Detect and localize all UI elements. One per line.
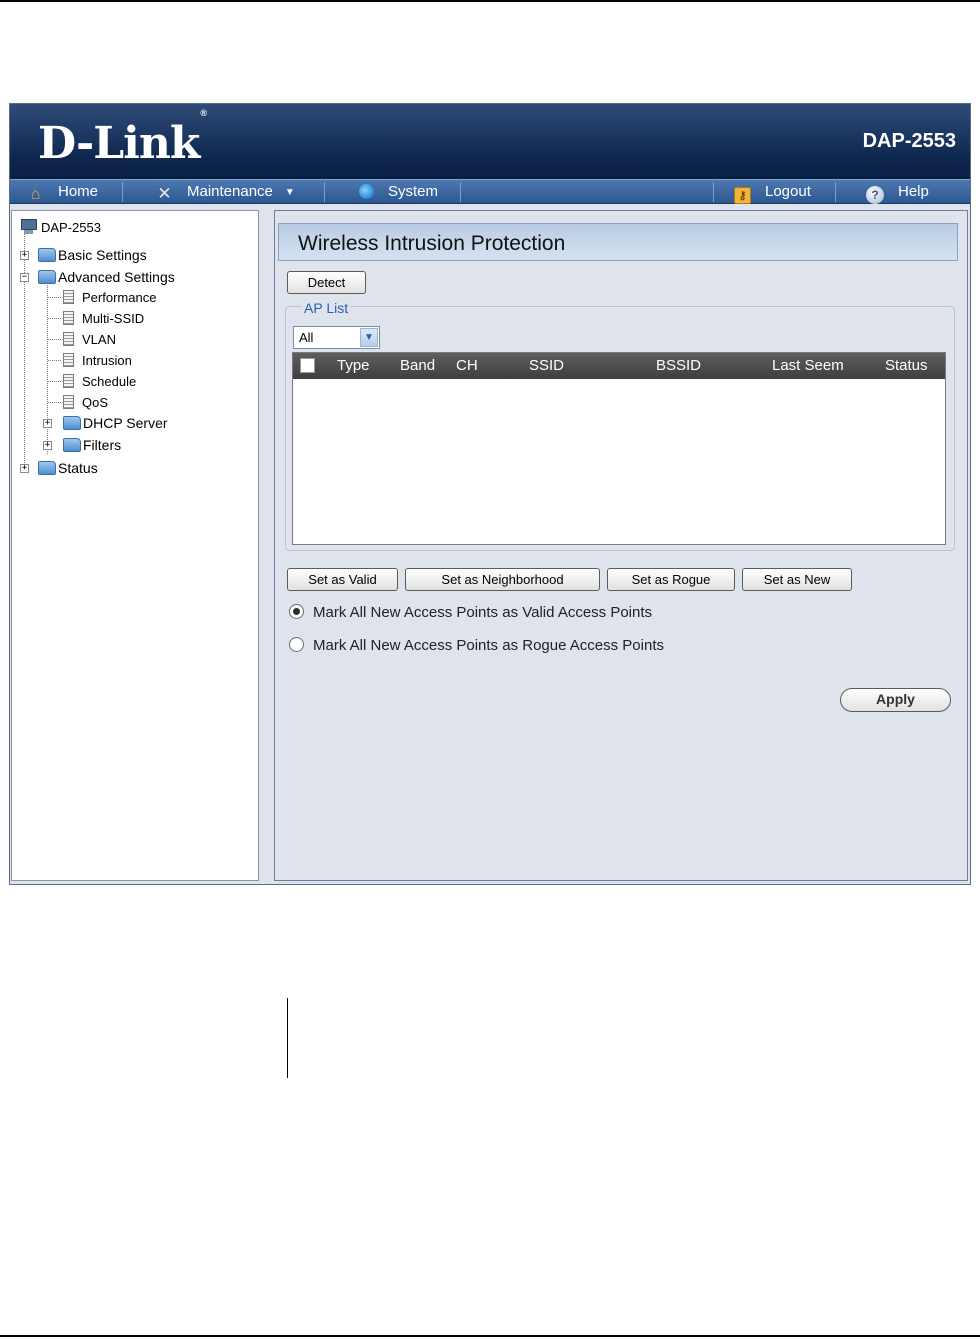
- set-as-new-button[interactable]: Set as New: [742, 568, 852, 591]
- main-panel: Wireless Intrusion Protection Detect AP …: [274, 210, 968, 881]
- computer-icon: [20, 219, 38, 235]
- sidebar-item-vlan[interactable]: VLAN: [63, 331, 116, 349]
- nav-divider: [835, 182, 836, 202]
- sidebar-item-device[interactable]: DAP-2553: [20, 219, 101, 237]
- apply-button[interactable]: Apply: [840, 688, 951, 712]
- sidebar-item-intrusion[interactable]: Intrusion: [63, 352, 132, 370]
- sidebar-item-basic-settings[interactable]: Basic Settings: [38, 246, 147, 264]
- ap-filter-select[interactable]: All ▼: [293, 326, 380, 349]
- folder-icon: [63, 438, 81, 452]
- set-as-valid-button[interactable]: Set as Valid: [287, 568, 398, 591]
- sidebar-item-dhcp-server[interactable]: DHCP Server: [63, 414, 168, 432]
- ap-list-table: Type Band CH SSID BSSID Last Seem Status: [292, 352, 946, 545]
- sidebar-item-status[interactable]: Status: [38, 459, 98, 477]
- select-all-checkbox[interactable]: [300, 358, 315, 373]
- set-as-neighborhood-button[interactable]: Set as Neighborhood: [405, 568, 600, 591]
- nav-home[interactable]: ⌂ Home: [27, 180, 98, 204]
- chevron-down-icon: ▼: [284, 187, 295, 198]
- page-top-rule: [0, 0, 980, 2]
- sidebar-item-filters[interactable]: Filters: [63, 436, 121, 454]
- browser-frame: D-Link® DAP-2553 ⌂ Home ✕ Maintenance ▼ Sys…: [9, 103, 971, 885]
- sidebar-tree: DAP-2553 + Basic Settings − Advanced Set…: [11, 210, 259, 881]
- page-icon: [63, 332, 74, 346]
- column-last-seem: Last Seem: [772, 357, 844, 374]
- page-icon: [63, 290, 74, 304]
- column-type: Type: [337, 357, 370, 374]
- sidebar-item-performance[interactable]: Performance: [63, 289, 156, 307]
- ap-list-legend: AP List: [302, 300, 351, 316]
- folder-icon: [63, 416, 81, 430]
- sidebar-item-schedule[interactable]: Schedule: [63, 373, 136, 391]
- set-as-rogue-button[interactable]: Set as Rogue: [607, 568, 735, 591]
- column-status: Status: [885, 357, 928, 374]
- dlink-logo: D-Link®: [38, 108, 207, 169]
- expand-icon[interactable]: +: [43, 441, 52, 450]
- radio-button[interactable]: [289, 637, 304, 652]
- page-title-bar: Wireless Intrusion Protection: [278, 223, 958, 261]
- page-icon: [63, 311, 74, 325]
- sidebar-item-qos[interactable]: QoS: [63, 394, 108, 412]
- help-icon: ?: [866, 186, 884, 204]
- sidebar-item-advanced-settings[interactable]: Advanced Settings: [38, 268, 175, 286]
- folder-open-icon: [38, 270, 56, 284]
- nav-divider: [460, 182, 461, 202]
- column-bssid: BSSID: [656, 357, 702, 374]
- callout-line: [287, 998, 288, 1078]
- nav-maintenance[interactable]: ✕ Maintenance ▼: [156, 180, 295, 204]
- key-icon: ⚷: [734, 187, 751, 204]
- column-ch: CH: [456, 357, 478, 374]
- mark-valid-option[interactable]: Mark All New Access Points as Valid Acce…: [289, 603, 652, 623]
- radio-button[interactable]: [289, 604, 304, 619]
- chevron-down-icon: ▼: [360, 328, 378, 347]
- page-icon: [63, 353, 74, 367]
- mark-rogue-option[interactable]: Mark All New Access Points as Rogue Acce…: [289, 636, 664, 656]
- expand-icon[interactable]: +: [20, 464, 29, 473]
- collapse-icon[interactable]: −: [20, 273, 29, 282]
- nav-divider: [122, 182, 123, 202]
- top-nav: ⌂ Home ✕ Maintenance ▼ System ⚷ Logout ? Help: [10, 179, 970, 204]
- sidebar-item-multi-ssid[interactable]: Multi-SSID: [63, 310, 144, 328]
- nav-divider: [713, 182, 714, 202]
- page-icon: [63, 374, 74, 388]
- detect-button[interactable]: Detect: [287, 271, 366, 294]
- column-band: Band: [400, 357, 436, 374]
- expand-icon[interactable]: +: [43, 419, 52, 428]
- table-header: Type Band CH SSID BSSID Last Seem Status: [293, 353, 945, 379]
- header-banner: D-Link® DAP-2553: [10, 104, 970, 179]
- page-bottom-rule: [0, 1335, 980, 1337]
- tools-icon: ✕: [157, 184, 172, 203]
- nav-help[interactable]: ? Help: [866, 180, 929, 204]
- page-icon: [63, 395, 74, 409]
- folder-icon: [38, 461, 56, 475]
- nav-divider: [324, 182, 325, 202]
- expand-icon[interactable]: +: [20, 251, 29, 260]
- globe-icon: [359, 184, 374, 199]
- home-icon: ⌂: [30, 186, 41, 203]
- nav-logout[interactable]: ⚷ Logout: [734, 180, 811, 204]
- column-ssid: SSID: [529, 357, 565, 374]
- model-name: DAP-2553: [862, 130, 956, 152]
- folder-icon: [38, 248, 56, 262]
- nav-system[interactable]: System: [359, 180, 438, 204]
- page-title: Wireless Intrusion Protection: [298, 232, 566, 255]
